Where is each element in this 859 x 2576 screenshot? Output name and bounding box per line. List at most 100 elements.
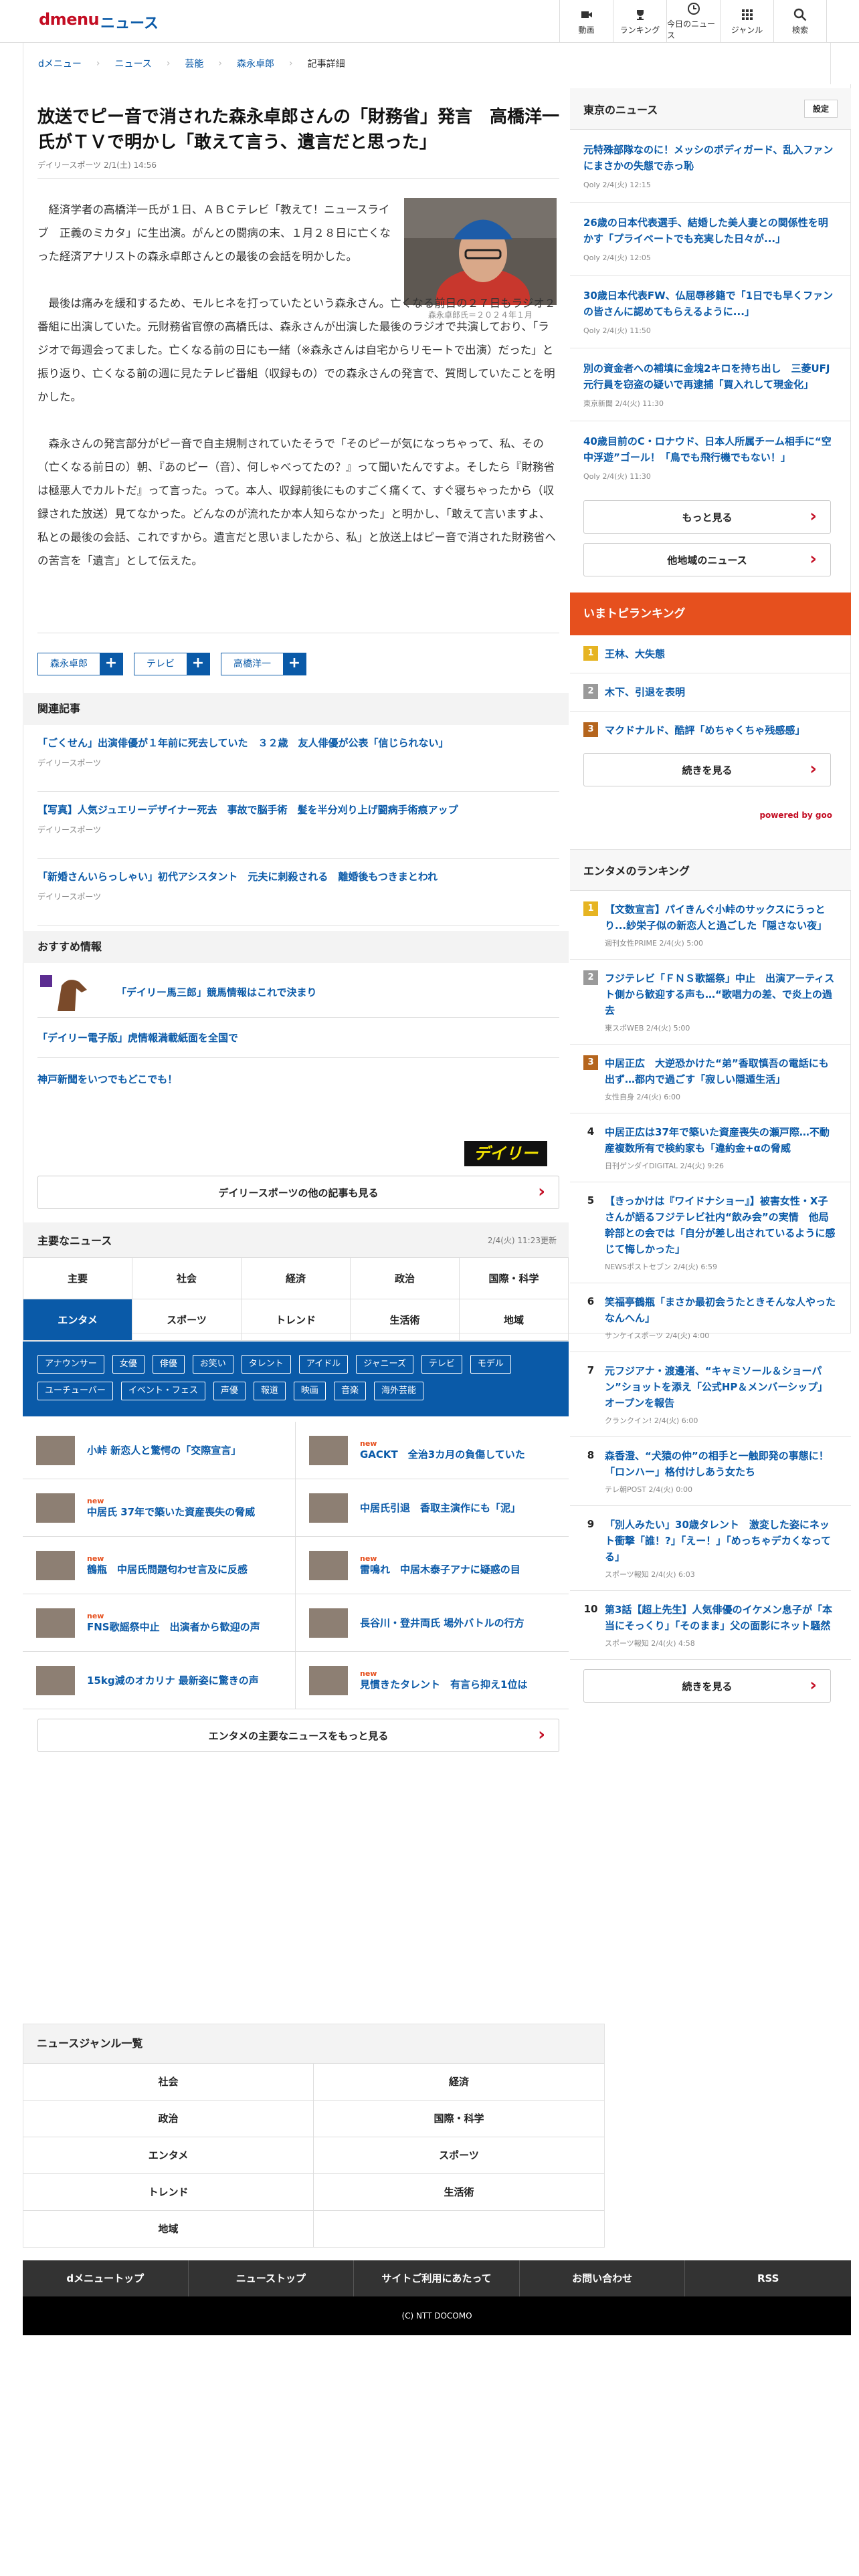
toprank-footer: 続きを見る powered by goo: [570, 749, 851, 849]
news-item[interactable]: new FNS歌謡祭中止 出演者から歓迎の声: [23, 1594, 296, 1652]
subtag[interactable]: ジャニーズ: [356, 1355, 413, 1374]
subtag[interactable]: アイドル: [298, 1355, 349, 1374]
news-thumbnail: [309, 1608, 348, 1638]
rank-item[interactable]: 4 中居正広は37年で築いた資産喪失の瀬戸際…不動産複数所有で検約家も「違約金+α…: [570, 1113, 851, 1182]
local-news-item[interactable]: 元特殊部隊なのに！メッシのボディガード、乱入ファンにまさかの失態で赤っ恥 Qoly…: [570, 130, 851, 203]
rank-item[interactable]: 1 【文数宣言】パイきんぐ小峠のサックスにうっとり...紗栄子似の新恋人と過ごした…: [570, 891, 851, 960]
settings-button[interactable]: 設定: [803, 100, 838, 118]
rank-item[interactable]: 3 中居正広 大逆恐かけた“弟”香取慎吾の電話にも出ず…都内で過ごす「寂しい隠遁生…: [570, 1045, 851, 1113]
rank-item[interactable]: 2 フジテレビ「ＦＮＳ歌謡祭」中止 出演アーティスト側から歓迎する声も…“歌唱力の…: [570, 960, 851, 1045]
subtag[interactable]: 女優: [112, 1355, 145, 1374]
news-item[interactable]: new 見慣きたタレント 有言ら抑え1位は: [296, 1652, 569, 1709]
related-item[interactable]: 【写真】人気ジュエリーデザイナー死去 事故で脳手術 髪を半分刈り上げ闘病手術痕ア…: [37, 802, 559, 859]
genre-sports[interactable]: スポーツ: [314, 2137, 604, 2173]
subtag[interactable]: テレビ: [421, 1355, 462, 1374]
nav-today[interactable]: 今日のニュース: [666, 0, 720, 43]
tab-entertainment[interactable]: エンタメ: [23, 1299, 132, 1341]
news-item[interactable]: new 中居氏 37年で築いた資産喪失の脅威: [23, 1479, 296, 1537]
local-news-item[interactable]: 30歳日本代表FW、仏屈辱移籍で「1日でも早くファンの皆さんに認めてもらえるよう…: [570, 276, 851, 348]
more-entertainment-button[interactable]: エンタメの主要なニュースをもっと見る: [37, 1718, 559, 1752]
subtag[interactable]: タレント: [241, 1355, 291, 1374]
news-item[interactable]: 小峠 新恋人と驚愕の「交際宣言」: [23, 1422, 296, 1479]
footer-terms[interactable]: サイトご利用にあたって: [354, 2260, 520, 2296]
daily-logo[interactable]: デイリー: [464, 1141, 547, 1166]
footer-dmenu-top[interactable]: dメニュートップ: [23, 2260, 189, 2296]
subtag[interactable]: お笑い: [192, 1355, 233, 1374]
tag-follow[interactable]: テレビ +: [134, 653, 210, 675]
breadcrumb-entertainment[interactable]: 芸能: [185, 57, 203, 70]
news-item[interactable]: new 雷鳴れ 中居木泰子アナに疑惑の目: [296, 1537, 569, 1594]
dmenu-logo[interactable]: dmenu: [39, 10, 100, 29]
tab-society[interactable]: 社会: [132, 1258, 242, 1299]
rank-item[interactable]: 9 「別人みたい」30歳タレント 激変した姿にネット衝撃「誰！?」「えー！」「めっ…: [570, 1506, 851, 1591]
site-title[interactable]: ニュース: [100, 11, 159, 33]
tag-follow[interactable]: 高橋洋一 +: [221, 653, 306, 675]
genre-lifestyle[interactable]: 生活術: [314, 2173, 604, 2210]
other-region-button[interactable]: 他地域のニュース: [583, 542, 831, 576]
related-item[interactable]: 「ごくせん」出演俳優が１年前に死去していた ３２歳 友人俳優が公表「信じられない…: [37, 736, 559, 792]
subtag[interactable]: モデル: [470, 1355, 511, 1374]
toprank-more-button[interactable]: 続きを見る: [583, 752, 831, 786]
tab-main[interactable]: 主要: [23, 1258, 132, 1299]
recommend-item[interactable]: 神戸新聞をいつでもどこでも！: [37, 1058, 559, 1101]
tag-follow[interactable]: 森永卓郎 +: [37, 653, 123, 675]
subtag[interactable]: 海外芸能: [373, 1382, 423, 1400]
rank-item[interactable]: 5 【きっかけは『ワイドナショー』】被害女性・X子さんが語るフジテレビ社内“飲み会…: [570, 1182, 851, 1283]
local-news-item[interactable]: 40歳目前のC・ロナウド、日本人所属チーム相手に“空中浮遊”ゴール！「鳥でも飛行…: [570, 421, 851, 494]
footer-rss[interactable]: RSS: [685, 2260, 851, 2296]
toprank-item[interactable]: 2 木下、引退を表明: [570, 673, 851, 712]
subtag[interactable]: 音楽: [333, 1382, 366, 1400]
toprank-item[interactable]: 1 王林、大失態: [570, 635, 851, 673]
genre-politics[interactable]: 政治: [23, 2100, 314, 2137]
more-daily-button[interactable]: デイリースポーツの他の記事も見る: [37, 1175, 559, 1209]
more-local-button[interactable]: もっと見る: [583, 500, 831, 534]
news-item[interactable]: 中居氏引退 香取主演作にも「泥」: [296, 1479, 569, 1537]
subtag[interactable]: ユーチューバー: [37, 1382, 113, 1400]
rank-item[interactable]: 7 元フジアナ・渡邊渚、“キャミソール＆ショーパン”ショットを添え「公式HP＆メン…: [570, 1352, 851, 1437]
subtag[interactable]: イベント・フェス: [120, 1382, 205, 1400]
tab-international[interactable]: 国際・科学: [460, 1258, 569, 1299]
subtag[interactable]: アナウンサー: [37, 1355, 104, 1374]
rank-item[interactable]: 8 森香澄、“犬猿の仲”の相手と一触即発の事態に！「ロンハー」格付けしあう女たちテ…: [570, 1437, 851, 1506]
nav-search[interactable]: 検索: [773, 0, 827, 43]
subtag[interactable]: 映画: [293, 1382, 326, 1400]
genre-entertainment[interactable]: エンタメ: [23, 2137, 314, 2173]
related-item[interactable]: 「新婚さんいらっしゃい」初代アシスタント 元夫に刺殺される 離婚後もつきまとわれ…: [37, 869, 559, 926]
genre-trend[interactable]: トレンド: [23, 2173, 314, 2210]
tab-economy[interactable]: 経済: [242, 1258, 351, 1299]
rank-item[interactable]: 6 笑福亭鶴瓶「まさか最初会うたときそんな人やったなんへん」 サンケイスポーツ 2/…: [570, 1283, 851, 1352]
rank-item[interactable]: 10 第3話【超上先生】人気俳優のイケメン息子が「本当にそっくり」「そのまま」父の…: [570, 1591, 851, 1660]
genre-society[interactable]: 社会: [23, 2063, 314, 2100]
local-news-item[interactable]: 26歳の日本代表選手、結婚した美人妻との関係性を明かす「プライベートでも充実した…: [570, 203, 851, 276]
news-item[interactable]: 15kg減のオカリナ 最新姿に驚きの声: [23, 1652, 296, 1709]
toprank-item[interactable]: 3 マクドナルド、酷評「めちゃくちゃ残感感」: [570, 712, 851, 749]
tab-politics[interactable]: 政治: [351, 1258, 460, 1299]
news-thumbnail: [36, 1493, 75, 1523]
nav-video[interactable]: 動画: [559, 0, 613, 43]
genre-economy[interactable]: 経済: [314, 2063, 604, 2100]
tab-lifestyle[interactable]: 生活術: [351, 1299, 460, 1341]
news-item[interactable]: new 鶴瓶 中居氏問題匂わせ言及に反感: [23, 1537, 296, 1594]
entrank-more-button[interactable]: 続きを見る: [583, 1669, 831, 1703]
news-item[interactable]: new GACKT 全治3カ月の負傷していた: [296, 1422, 569, 1479]
breadcrumb-topic[interactable]: 森永卓郎: [237, 57, 274, 70]
subtag[interactable]: 報道: [253, 1382, 286, 1400]
footer-news-top[interactable]: ニューストップ: [189, 2260, 355, 2296]
breadcrumb-dmenu[interactable]: dメニュー: [38, 57, 82, 70]
tab-trend[interactable]: トレンド: [242, 1299, 351, 1341]
news-item[interactable]: 長谷川・登井両氏 場外バトルの行方: [296, 1594, 569, 1652]
recommend-item[interactable]: 「デイリー電子版」虎情報満載紙面を全国で: [37, 1018, 559, 1058]
recommend-item[interactable]: 「デイリー馬三郎」競馬情報はこれで決まり: [37, 967, 559, 1018]
tab-region[interactable]: 地域: [460, 1299, 569, 1341]
genre-international[interactable]: 国際・科学: [314, 2100, 604, 2137]
tab-sports[interactable]: スポーツ: [132, 1299, 242, 1341]
nav-ranking[interactable]: ランキング: [613, 0, 666, 43]
subtag[interactable]: 声優: [213, 1382, 246, 1400]
breadcrumb-news[interactable]: ニュース: [115, 57, 152, 70]
updated-time: 2/4(火) 11:23更新: [487, 1236, 557, 1245]
nav-genre[interactable]: ジャンル: [720, 0, 773, 43]
genre-region[interactable]: 地域: [23, 2210, 314, 2247]
local-news-item[interactable]: 別の資金者への補填に金塊2キロを持ち出し 三菱UFJ元行員を窃盗の疑いで再逮捕「…: [570, 348, 851, 421]
subtag[interactable]: 俳優: [152, 1355, 185, 1374]
footer-contact[interactable]: お問い合わせ: [520, 2260, 686, 2296]
